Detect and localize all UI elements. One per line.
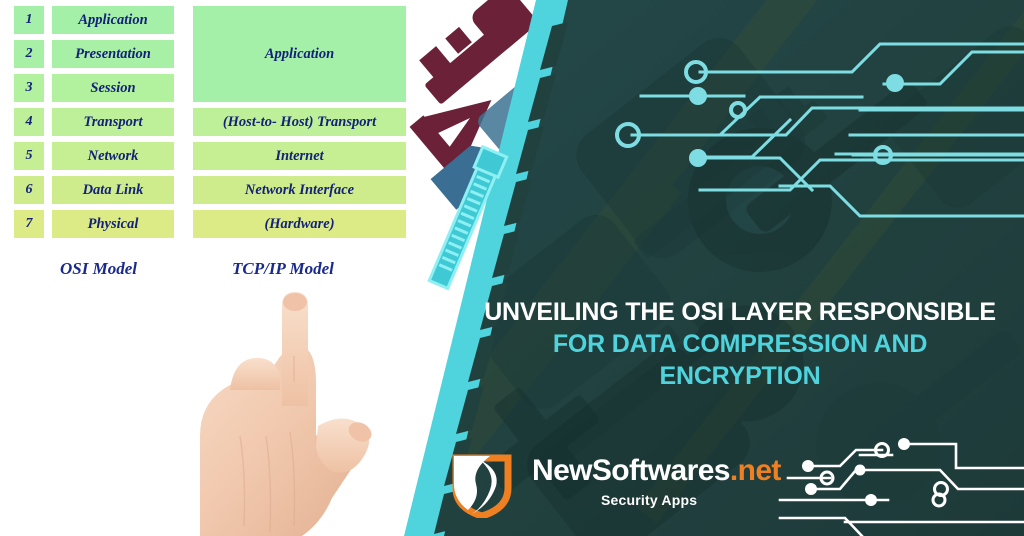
headline: UNVEILING THE OSI LAYER RESPONSIBLE FOR … xyxy=(466,296,1014,392)
tcpip-layer-cell: (Host-to- Host) Transport xyxy=(193,108,406,136)
osi-model-caption: OSI Model xyxy=(60,259,137,278)
osi-tcpip-diagram: 1 Application 2 Presentation 3 Session 4… xyxy=(0,0,420,290)
osi-layer-row: 5 Network xyxy=(14,142,174,170)
tcpip-model-caption: TCP/IP Model xyxy=(232,259,334,278)
banner-canvas: 1 Application 2 Presentation 3 Session 4… xyxy=(0,0,1024,536)
brand-name-main: NewSoftwares xyxy=(532,454,730,487)
osi-layer-row: 7 Physical xyxy=(14,210,174,238)
headline-line-1: UNVEILING THE OSI LAYER RESPONSIBLE xyxy=(484,298,996,326)
osi-layer-label: Data Link xyxy=(52,176,174,204)
osi-layer-row: 1 Application xyxy=(14,6,174,34)
osi-layer-label: Transport xyxy=(52,108,174,136)
osi-layer-row: 4 Transport xyxy=(14,108,174,136)
osi-layer-label: Session xyxy=(52,74,174,102)
headline-line-3: ENCRYPTION xyxy=(659,362,821,390)
tcpip-model-column: Application (Host-to- Host) Transport In… xyxy=(193,6,406,244)
osi-layer-number: 3 xyxy=(14,74,44,102)
brand-logo[interactable]: NewSoftwares.net Security Apps xyxy=(446,452,781,520)
osi-layer-label: Network xyxy=(52,142,174,170)
hand-pointing-icon xyxy=(200,292,372,536)
osi-layer-number: 1 xyxy=(14,6,44,34)
osi-layer-label: Application xyxy=(52,6,174,34)
osi-layer-row: 6 Data Link xyxy=(14,176,174,204)
osi-layer-number: 4 xyxy=(14,108,44,136)
osi-layer-number: 6 xyxy=(14,176,44,204)
brand-tagline: Security Apps xyxy=(601,492,698,508)
brand-name-suffix: .net xyxy=(729,454,782,487)
tcpip-layer-cell: Network Interface xyxy=(193,176,406,204)
brand-name: NewSoftwares.net xyxy=(532,454,781,488)
tcpip-layer-cell: Internet xyxy=(193,142,406,170)
osi-layer-number: 7 xyxy=(14,210,44,238)
headline-line-2: FOR DATA COMPRESSION AND xyxy=(552,330,928,358)
tcpip-layer-cell: (Hardware) xyxy=(193,210,406,238)
osi-layer-number: 2 xyxy=(14,40,44,68)
osi-layer-number: 5 xyxy=(14,142,44,170)
osi-layer-row: 2 Presentation xyxy=(14,40,174,68)
osi-layer-row: 3 Session xyxy=(14,74,174,102)
tcpip-layer-cell: Application xyxy=(193,6,406,102)
osi-layer-label: Physical xyxy=(52,210,174,238)
shield-logo-icon xyxy=(452,454,512,518)
osi-model-column: 1 Application 2 Presentation 3 Session 4… xyxy=(14,6,174,244)
osi-layer-label: Presentation xyxy=(52,40,174,68)
